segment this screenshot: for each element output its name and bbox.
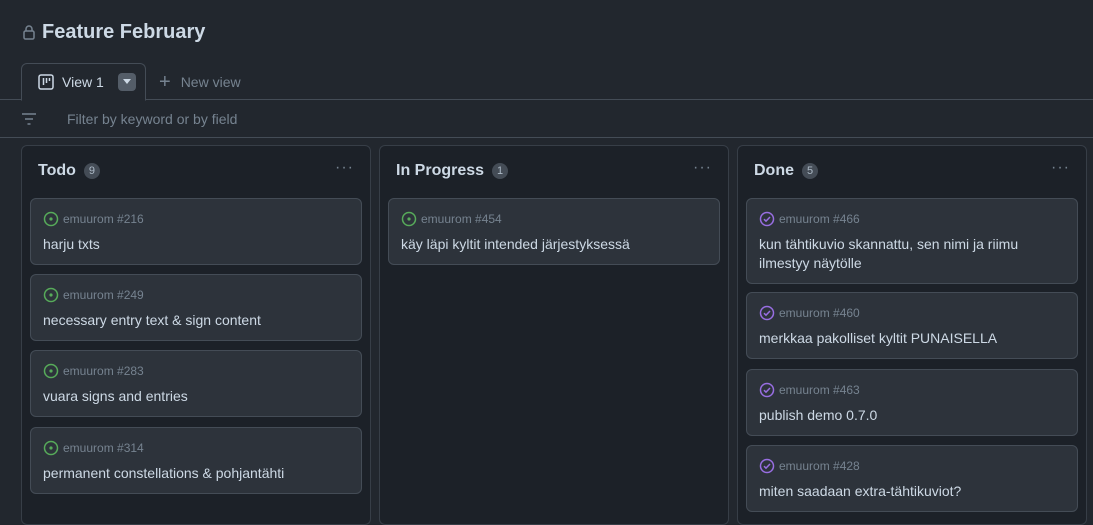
card-meta: emuurom #216 xyxy=(43,209,349,229)
filter-icon[interactable] xyxy=(21,112,37,126)
issue-reference[interactable]: emuurom #283 xyxy=(63,364,144,378)
issue-reference[interactable]: emuurom #466 xyxy=(779,212,860,226)
card-meta: emuurom #463 xyxy=(759,380,1065,400)
lock-icon xyxy=(22,24,36,40)
column-menu-icon[interactable]: ··· xyxy=(335,160,354,176)
issue-card[interactable]: emuurom #249 necessary entry text & sign … xyxy=(30,274,362,341)
column-in-progress: In Progress 1 ··· emuurom #454 käy läpi kylt… xyxy=(379,145,729,525)
card-meta: emuurom #460 xyxy=(759,303,1065,323)
issue-card[interactable]: emuurom #216 harju txts xyxy=(30,198,362,265)
board-icon xyxy=(38,74,54,90)
issue-card[interactable]: emuurom #314 permanent constellations & p… xyxy=(30,427,362,494)
issue-closed-icon xyxy=(759,458,775,474)
column-title: Done xyxy=(754,162,794,179)
issue-card[interactable]: emuurom #428 miten saadaan extra-tähtikuv… xyxy=(746,445,1078,512)
column-count-badge: 9 xyxy=(83,163,100,179)
issue-open-icon xyxy=(43,440,59,456)
filter-bar: Filter by keyword or by field xyxy=(0,100,1093,138)
view-options-button[interactable] xyxy=(117,73,136,91)
issue-card[interactable]: emuurom #463 publish demo 0.7.0 xyxy=(746,369,1078,436)
column-title: In Progress xyxy=(396,162,485,179)
issue-title[interactable]: merkkaa pakolliset kyltit PUNAISELLA xyxy=(759,329,1065,348)
column-count-badge: 5 xyxy=(802,163,818,179)
column-menu-icon[interactable]: ··· xyxy=(1051,160,1070,176)
column-header: In Progress 1 xyxy=(396,160,509,182)
issue-card[interactable]: emuurom #466 kun tähtikuvio skannattu, se… xyxy=(746,198,1078,284)
issue-reference[interactable]: emuurom #216 xyxy=(63,212,144,226)
issue-title[interactable]: permanent constellations & pohjantähti xyxy=(43,464,349,483)
issue-reference[interactable]: emuurom #463 xyxy=(779,383,860,397)
column-todo: Todo 9 ··· emuurom #216 harju txts emuurom #2… xyxy=(21,145,371,525)
issue-reference[interactable]: emuurom #428 xyxy=(779,459,860,473)
issue-title[interactable]: necessary entry text & sign content xyxy=(43,311,349,330)
issue-title[interactable]: publish demo 0.7.0 xyxy=(759,406,1065,425)
column-header: Done 5 xyxy=(754,160,818,182)
issue-open-icon xyxy=(43,363,59,379)
issue-closed-icon xyxy=(759,211,775,227)
issue-open-icon xyxy=(43,287,59,303)
issue-title[interactable]: miten saadaan extra-tähtikuviot? xyxy=(759,482,1065,501)
new-view-button[interactable]: + New view xyxy=(159,72,241,92)
card-meta: emuurom #249 xyxy=(43,285,349,305)
card-meta: emuurom #283 xyxy=(43,361,349,381)
issue-card[interactable]: emuurom #454 käy läpi kyltit intended jär… xyxy=(388,198,720,265)
caret-down-icon xyxy=(122,79,131,84)
issue-title[interactable]: vuara signs and entries xyxy=(43,387,349,406)
issue-reference[interactable]: emuurom #314 xyxy=(63,441,144,455)
new-view-label: New view xyxy=(180,74,241,90)
filter-input[interactable]: Filter by keyword or by field xyxy=(67,111,237,127)
card-meta: emuurom #428 xyxy=(759,456,1065,476)
card-meta: emuurom #454 xyxy=(401,209,707,229)
title-row: Feature February xyxy=(22,19,205,45)
card-meta: emuurom #314 xyxy=(43,438,349,458)
column-header: Todo 9 xyxy=(38,160,100,182)
issue-title[interactable]: harju txts xyxy=(43,235,349,254)
project-header: Feature February xyxy=(0,0,1093,64)
tab-label: View 1 xyxy=(62,74,104,90)
view-tabs: View 1 + New view xyxy=(0,62,1093,101)
issue-closed-icon xyxy=(759,305,775,321)
page-title: Feature February xyxy=(42,20,206,43)
issue-card[interactable]: emuurom #283 vuara signs and entries xyxy=(30,350,362,417)
issue-open-icon xyxy=(401,211,417,227)
tab-view-1[interactable]: View 1 xyxy=(21,63,146,101)
column-menu-icon[interactable]: ··· xyxy=(693,160,712,176)
issue-title[interactable]: käy läpi kyltit intended järjestyksessä xyxy=(401,235,707,254)
issue-card[interactable]: emuurom #460 merkkaa pakolliset kyltit PU… xyxy=(746,292,1078,359)
card-meta: emuurom #466 xyxy=(759,209,1065,229)
column-title: Todo xyxy=(38,162,76,179)
issue-reference[interactable]: emuurom #454 xyxy=(421,212,502,226)
issue-title[interactable]: kun tähtikuvio skannattu, sen nimi ja ri… xyxy=(759,235,1065,273)
column-done: Done 5 ··· emuurom #466 kun tähtikuvio skann… xyxy=(737,145,1087,525)
issue-reference[interactable]: emuurom #249 xyxy=(63,288,144,302)
column-count-badge: 1 xyxy=(492,163,509,179)
issue-closed-icon xyxy=(759,382,775,398)
issue-open-icon xyxy=(43,211,59,227)
plus-icon: + xyxy=(159,71,171,93)
issue-reference[interactable]: emuurom #460 xyxy=(779,306,860,320)
